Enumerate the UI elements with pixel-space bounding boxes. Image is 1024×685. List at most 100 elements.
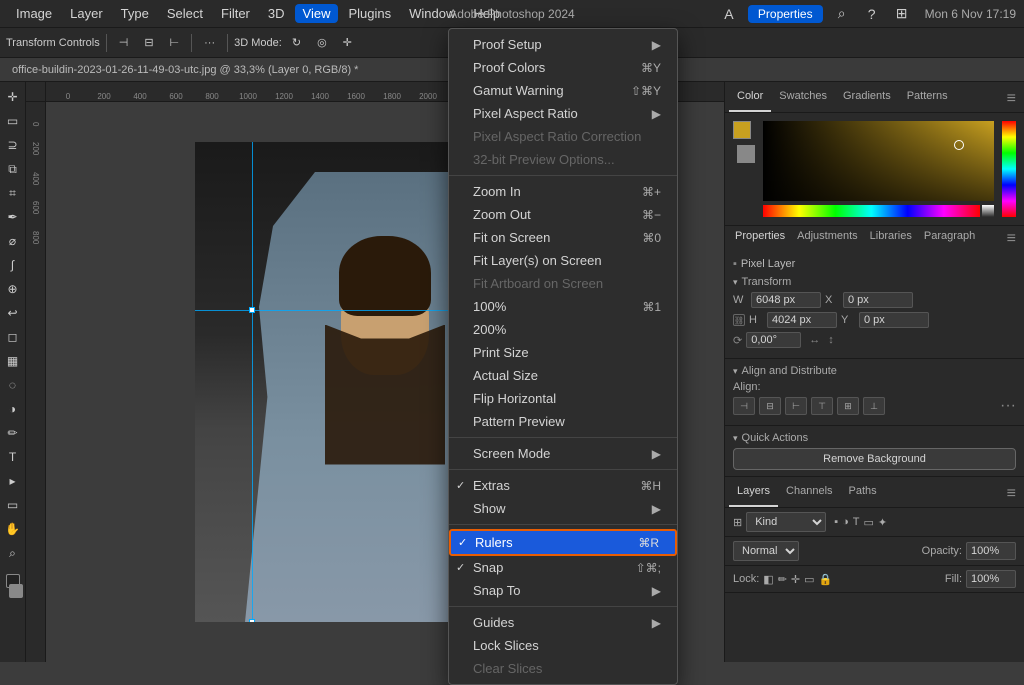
- tab-paths[interactable]: Paths: [841, 481, 885, 507]
- filter-shape-icon[interactable]: ▭: [864, 516, 874, 529]
- layers-options-icon[interactable]: ≡: [1003, 481, 1020, 507]
- align-center-h-btn[interactable]: ⊟: [759, 397, 781, 415]
- menu-3d[interactable]: 3D: [260, 4, 293, 23]
- align-bottom-edge-btn[interactable]: ⊥: [863, 397, 885, 415]
- filter-pixel-icon[interactable]: ▪: [834, 516, 838, 529]
- menu-pattern-preview[interactable]: Pattern Preview: [449, 410, 677, 433]
- arrange-icon[interactable]: ⊞: [891, 3, 913, 25]
- lasso-tool[interactable]: ⊇: [2, 134, 24, 156]
- text-tool[interactable]: T: [2, 446, 24, 468]
- menu-actual-size[interactable]: Actual Size: [449, 364, 677, 387]
- quick-actions-title[interactable]: ▾ Quick Actions: [733, 432, 1016, 444]
- pan-btn[interactable]: ✛: [337, 34, 358, 51]
- menu-rulers[interactable]: ✓ Rulers ⌘R: [449, 529, 677, 556]
- tab-paragraph[interactable]: Paragraph: [918, 226, 981, 252]
- color-panel-options-icon[interactable]: ≡: [1003, 86, 1020, 112]
- align-top-edge-btn[interactable]: ⊤: [811, 397, 833, 415]
- bg-color-swatch[interactable]: [737, 145, 755, 163]
- hue-strip[interactable]: [763, 205, 980, 217]
- crop-tool[interactable]: ⌗: [2, 182, 24, 204]
- shape-tool[interactable]: ▭: [2, 494, 24, 516]
- brush-tool[interactable]: ∫: [2, 254, 24, 276]
- menu-pixel-aspect-ratio[interactable]: Pixel Aspect Ratio ▶: [449, 102, 677, 125]
- path-select-tool[interactable]: ▸: [2, 470, 24, 492]
- menu-image[interactable]: Image: [8, 4, 60, 23]
- opacity-strip[interactable]: [982, 205, 994, 217]
- y-input[interactable]: [859, 312, 929, 328]
- rectangle-select-tool[interactable]: ▭: [2, 110, 24, 132]
- align-right-btn[interactable]: ⊢: [164, 34, 186, 51]
- menu-extras[interactable]: ✓ Extras ⌘H: [449, 474, 677, 497]
- menu-select[interactable]: Select: [159, 4, 211, 23]
- menu-100pct[interactable]: 100% ⌘1: [449, 295, 677, 318]
- share-button[interactable]: Properties: [748, 5, 823, 23]
- color-indicator[interactable]: [954, 140, 964, 150]
- filter-type-icon[interactable]: T: [853, 516, 860, 529]
- eyedropper-tool[interactable]: ✒: [2, 206, 24, 228]
- menu-show[interactable]: Show ▶: [449, 497, 677, 520]
- object-select-tool[interactable]: ⧉: [2, 158, 24, 180]
- menu-zoom-out[interactable]: Zoom Out ⌘−: [449, 203, 677, 226]
- zoom-tool[interactable]: ⌕: [2, 542, 24, 564]
- menu-layer[interactable]: Layer: [62, 4, 111, 23]
- tab-adjustments[interactable]: Adjustments: [791, 226, 864, 252]
- color-gradient-picker[interactable]: [763, 121, 994, 201]
- gradient-tool[interactable]: ▦: [2, 350, 24, 372]
- flip-h-icon[interactable]: ↔: [809, 334, 820, 346]
- align-left-edge-btn[interactable]: ⊣: [733, 397, 755, 415]
- fg-color-swatch[interactable]: [733, 121, 751, 139]
- link-proportions-icon[interactable]: ⛓: [733, 314, 745, 326]
- menu-flip-horizontal[interactable]: Flip Horizontal: [449, 387, 677, 410]
- menu-print-size[interactable]: Print Size: [449, 341, 677, 364]
- align-more-icon[interactable]: ···: [1000, 397, 1016, 415]
- align-right-edge-btn[interactable]: ⊢: [785, 397, 807, 415]
- tab-layers[interactable]: Layers: [729, 481, 778, 507]
- w-input[interactable]: [751, 292, 821, 308]
- menu-proof-setup[interactable]: Proof Setup ▶: [449, 33, 677, 56]
- history-brush-tool[interactable]: ↩: [2, 302, 24, 324]
- tab-channels[interactable]: Channels: [778, 481, 840, 507]
- menu-view[interactable]: View: [295, 4, 339, 23]
- search-icon[interactable]: ⌕: [831, 3, 853, 25]
- remove-background-button[interactable]: Remove Background: [733, 448, 1016, 470]
- rotate-btn[interactable]: ↻: [286, 34, 307, 51]
- selection-handle-tl[interactable]: [249, 307, 255, 313]
- healing-tool[interactable]: ⌀: [2, 230, 24, 252]
- fill-input[interactable]: [966, 570, 1016, 588]
- menu-zoom-in[interactable]: Zoom In ⌘+: [449, 180, 677, 203]
- more-options-btn[interactable]: ···: [198, 35, 221, 51]
- orbit-btn[interactable]: ◎: [311, 34, 333, 51]
- menu-lock-slices[interactable]: Lock Slices: [449, 634, 677, 657]
- move-tool[interactable]: ✛: [2, 86, 24, 108]
- menu-200pct[interactable]: 200%: [449, 318, 677, 341]
- menu-plugins[interactable]: Plugins: [340, 4, 399, 23]
- menu-fit-screen[interactable]: Fit on Screen ⌘0: [449, 226, 677, 249]
- dodge-tool[interactable]: ◑: [2, 398, 24, 420]
- h-input[interactable]: [767, 312, 837, 328]
- x-input[interactable]: [843, 292, 913, 308]
- background-color-swatch[interactable]: [9, 584, 23, 598]
- tab-properties[interactable]: Properties: [729, 226, 791, 252]
- eraser-tool[interactable]: ◻: [2, 326, 24, 348]
- properties-options-icon[interactable]: ≡: [1003, 226, 1020, 252]
- lock-transparency-icon[interactable]: ◧: [763, 573, 773, 586]
- menu-filter[interactable]: Filter: [213, 4, 258, 23]
- lock-position-icon[interactable]: ✛: [791, 573, 800, 586]
- tab-color[interactable]: Color: [729, 86, 771, 112]
- align-title[interactable]: ▾ Align and Distribute: [733, 365, 1016, 377]
- vertical-hue-strip[interactable]: [1002, 121, 1016, 217]
- layer-filter-select[interactable]: Kind: [746, 512, 826, 532]
- clone-stamp-tool[interactable]: ⊕: [2, 278, 24, 300]
- font-icon[interactable]: A: [718, 3, 740, 25]
- menu-snap[interactable]: ✓ Snap ⇧⌘;: [449, 556, 677, 579]
- align-center-v-btn[interactable]: ⊞: [837, 397, 859, 415]
- help-icon[interactable]: ?: [861, 3, 883, 25]
- tab-libraries[interactable]: Libraries: [864, 226, 918, 252]
- align-left-btn[interactable]: ⊣: [113, 34, 135, 51]
- rotation-input[interactable]: [746, 332, 801, 348]
- filter-smart-icon[interactable]: ✦: [878, 516, 887, 529]
- tab-gradients[interactable]: Gradients: [835, 86, 899, 112]
- blur-tool[interactable]: ◌: [2, 374, 24, 396]
- menu-snap-to[interactable]: Snap To ▶: [449, 579, 677, 602]
- tab-patterns[interactable]: Patterns: [899, 86, 956, 112]
